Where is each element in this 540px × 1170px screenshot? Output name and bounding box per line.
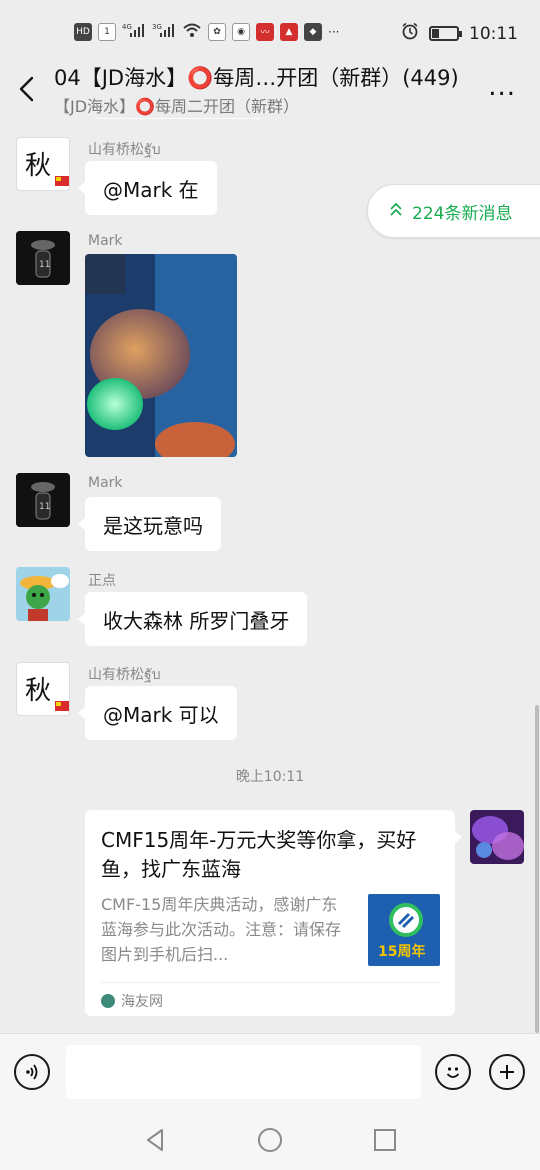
- sim-badge: 1: [98, 22, 116, 41]
- link-card-source: 海友网: [101, 982, 439, 1011]
- sender-name: 正点: [88, 573, 116, 589]
- hd-badge: HD: [74, 22, 92, 41]
- message-bubble[interactable]: @Mark 可以: [78, 686, 237, 740]
- status-bar: HD 1 4G 3G ✿ ◉ 〰 ▲ ◆ ··· 10:11: [0, 0, 540, 60]
- sender-name: 山有桥松ฐับ: [88, 142, 161, 158]
- emoji-button[interactable]: [435, 1054, 471, 1090]
- app-notification-icon: 〰: [256, 22, 274, 41]
- chat-header: 04【JD海水】⭕每周…开团（新群）(449) 【JD海水】⭕每周二开团（新群）…: [0, 60, 540, 120]
- scrollbar[interactable]: [535, 705, 539, 1033]
- message-bubble[interactable]: 是这玩意吗: [78, 497, 221, 551]
- app-notification-icon: ✿: [208, 22, 226, 41]
- signal-3g-icon: 3G: [152, 22, 176, 41]
- signal-4g-icon: 4G: [122, 22, 146, 41]
- more-notifications-icon: ···: [328, 24, 340, 39]
- svg-text:15周年: 15周年: [378, 943, 425, 960]
- nav-recent-button[interactable]: [371, 1126, 399, 1154]
- divider: [96, 118, 260, 119]
- image-message[interactable]: [85, 254, 237, 457]
- svg-text:11: 11: [39, 260, 50, 270]
- avatar[interactable]: 秋: [16, 137, 70, 191]
- avatar[interactable]: 秋: [16, 662, 70, 716]
- app-notification-icon: ◉: [232, 22, 250, 41]
- timestamp: 晚上10:11: [235, 769, 305, 785]
- app-notification-icon: ▲: [280, 22, 298, 41]
- new-messages-button[interactable]: 224条新消息: [367, 184, 540, 238]
- link-card[interactable]: CMF15周年-万元大奖等你拿，买好鱼，找广东蓝海 CMF-15周年庆典活动，感…: [85, 810, 462, 1016]
- wifi-icon: [182, 22, 202, 41]
- avatar[interactable]: 11: [16, 473, 70, 527]
- chevron-up-icon: [390, 202, 402, 220]
- my-avatar[interactable]: [470, 810, 524, 864]
- svg-text:秋: 秋: [25, 676, 51, 706]
- plus-icon: [500, 1065, 514, 1079]
- link-card-title: CMF15周年-万元大奖等你拿，买好鱼，找广东蓝海: [101, 828, 417, 881]
- link-card-description: CMF-15周年庆典活动，感谢广东蓝海参与此次活动。注意：请保存图片到手机后扫.…: [101, 895, 342, 964]
- back-button[interactable]: [14, 70, 40, 110]
- link-card-thumbnail: 15周年: [368, 894, 440, 966]
- nav-home-icon: [258, 1128, 282, 1152]
- nav-recent-icon: [374, 1129, 396, 1151]
- back-icon: [19, 76, 34, 102]
- svg-text:秋: 秋: [25, 151, 51, 181]
- sender-name: Mark: [88, 233, 123, 249]
- sender-name: Mark: [88, 475, 123, 491]
- nav-back-icon: [147, 1129, 163, 1151]
- alarm-icon: [401, 22, 419, 45]
- voice-icon: [26, 1064, 38, 1080]
- message-input[interactable]: [66, 1045, 421, 1099]
- source-logo-icon: [101, 994, 115, 1008]
- avatar[interactable]: [16, 567, 70, 621]
- chat-title: 04【JD海水】⭕每周…开团（新群）(449): [54, 66, 459, 90]
- status-time: 10:11: [469, 23, 518, 44]
- message-bubble[interactable]: 收大森林 所罗门叠牙: [77, 592, 308, 646]
- new-messages-label: 224条新消息: [412, 203, 513, 224]
- sender-name: 山有桥松ฐับ: [88, 667, 161, 683]
- status-icons-left: HD 1 4G 3G ✿ ◉ 〰 ▲ ◆ ···: [74, 22, 339, 41]
- status-icons-right: 10:11: [401, 22, 518, 45]
- nav-back-button[interactable]: [142, 1126, 170, 1154]
- message-bubble[interactable]: @Mark 在: [78, 161, 217, 215]
- voice-button[interactable]: [14, 1054, 50, 1090]
- link-card-source-label: 海友网: [121, 994, 163, 1010]
- svg-text:11: 11: [39, 502, 50, 512]
- nav-home-button[interactable]: [256, 1126, 284, 1154]
- more-options-button[interactable]: ...: [488, 72, 516, 102]
- system-nav-bar: [0, 1110, 540, 1170]
- svg-text:4G: 4G: [122, 23, 132, 31]
- app-notification-icon: ◆: [304, 22, 322, 41]
- emoji-icon: [446, 1067, 460, 1078]
- chat-subtitle: 【JD海水】⭕每周二开团（新群）: [54, 97, 299, 116]
- input-bar: [0, 1033, 540, 1110]
- battery-icon: [429, 26, 462, 41]
- plus-button[interactable]: [489, 1054, 525, 1090]
- svg-text:3G: 3G: [152, 23, 162, 31]
- avatar[interactable]: 11: [16, 231, 70, 285]
